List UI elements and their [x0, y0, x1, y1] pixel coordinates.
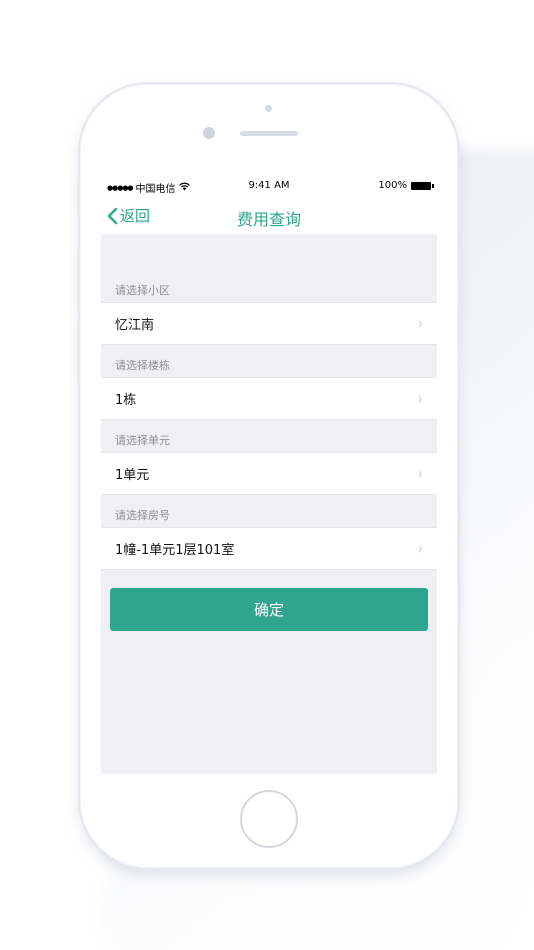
building-value: 1栋 — [115, 393, 137, 408]
page-title: 费用查询 — [236, 210, 301, 229]
status-bar: ●●●●● 中国电信 9:41 AM 100% — [101, 174, 437, 200]
proximity-sensor — [265, 105, 272, 112]
chevron-right-icon: › — [417, 314, 423, 333]
community-value: 忆江南 — [115, 318, 155, 333]
top-spacer — [101, 234, 437, 280]
section-unit: 请选择单元 1单元 › — [101, 430, 437, 495]
battery-icon — [411, 181, 434, 190]
volume-up-button — [77, 250, 80, 310]
chevron-right-icon: › — [417, 389, 423, 408]
community-selector[interactable]: 忆江南 › — [101, 302, 437, 345]
section-community: 请选择小区 忆江南 › — [101, 280, 437, 345]
front-camera — [203, 127, 215, 139]
navigation-bar: 返回 费用查询 — [101, 200, 437, 234]
chevron-right-icon: › — [417, 539, 423, 558]
home-button[interactable] — [240, 790, 298, 848]
section-label-room: 请选择房号 — [115, 509, 170, 522]
section-label-building: 请选择楼栋 — [115, 359, 170, 372]
section-building: 请选择楼栋 1栋 › — [101, 355, 437, 420]
earpiece-speaker — [240, 131, 298, 136]
unit-selector[interactable]: 1单元 › — [101, 452, 437, 495]
chevron-right-icon: › — [417, 464, 423, 483]
volume-down-button — [77, 322, 80, 382]
building-selector[interactable]: 1栋 › — [101, 377, 437, 420]
mute-switch — [77, 180, 80, 214]
unit-value: 1单元 — [115, 468, 150, 483]
section-room: 请选择房号 1幢-1单元1层101室 › — [101, 505, 437, 570]
status-right: 100% — [378, 180, 434, 191]
section-label-community: 请选择小区 — [115, 284, 170, 297]
confirm-button[interactable]: 确定 — [110, 588, 428, 631]
room-selector[interactable]: 1幢-1单元1层101室 › — [101, 527, 437, 570]
phone-screen: ●●●●● 中国电信 9:41 AM 100% 返回 费用查询 请选择小区 忆江… — [101, 174, 437, 774]
room-value: 1幢-1单元1层101室 — [115, 543, 235, 558]
battery-percent: 100% — [378, 180, 407, 191]
power-button — [458, 252, 461, 308]
section-label-unit: 请选择单元 — [115, 434, 170, 447]
